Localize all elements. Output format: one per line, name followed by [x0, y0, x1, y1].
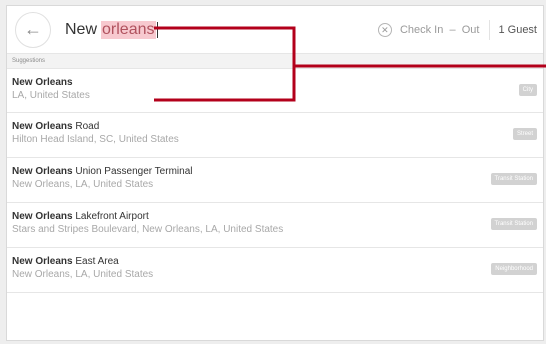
suggestion-title-rest: East Area: [72, 256, 119, 267]
place-type-badge: Transit Station: [490, 218, 537, 230]
suggestion-title-match: New Orleans: [12, 77, 73, 88]
query-text: New: [65, 20, 98, 38]
suggestion-title-match: New Orleans: [12, 121, 73, 132]
arrow-left-icon: ←: [24, 19, 42, 39]
place-type-badge: Street: [512, 128, 537, 140]
query-highlight: orleans: [101, 20, 156, 39]
place-type-badge: City: [518, 84, 537, 96]
search-tools: ✕ Check In – Out 1 Guest: [377, 6, 543, 54]
date-dash: –: [449, 24, 456, 36]
suggestion-title-match: New Orleans: [12, 256, 73, 267]
suggestion-item[interactable]: New Orleans East Area New Orleans, LA, U…: [7, 248, 543, 293]
check-out-label: Out: [461, 24, 480, 36]
suggestion-item[interactable]: New Orleans Road Hilton Head Island, SC,…: [7, 113, 543, 158]
suggestion-subtitle: New Orleans, LA, United States: [12, 179, 154, 190]
suggestion-item[interactable]: New Orleans Lakefront Airport Stars and …: [7, 203, 543, 248]
suggestion-title: New Orleans Road: [12, 121, 543, 132]
suggestion-subtitle: LA, United States: [12, 90, 90, 101]
suggestion-title-rest: Union Passenger Terminal: [72, 166, 193, 177]
suggestion-subtitle: Hilton Head Island, SC, United States: [12, 134, 179, 145]
suggestion-item[interactable]: New Orleans Union Passenger Terminal New…: [7, 158, 543, 203]
suggestion-title: New Orleans East Area: [12, 256, 543, 267]
check-in-label: Check In: [399, 24, 444, 36]
divider: [489, 20, 491, 40]
search-bar: ← New orleans ✕ Check In – Out 1 Guest: [7, 6, 543, 54]
suggestion-title-match: New Orleans: [12, 211, 73, 222]
search-panel: ← New orleans ✕ Check In – Out 1 Guest S…: [6, 5, 544, 341]
search-input[interactable]: New orleans: [65, 20, 158, 39]
suggestion-title: New Orleans Union Passenger Terminal: [12, 166, 543, 177]
place-type-badge: Transit Station: [490, 173, 537, 185]
back-button[interactable]: ←: [15, 11, 51, 48]
suggestion-title-rest: Road: [72, 121, 100, 132]
suggestion-title: New Orleans Lakefront Airport: [12, 211, 543, 222]
suggestion-title: New Orleans: [12, 77, 543, 88]
suggestion-subtitle: New Orleans, LA, United States: [12, 269, 154, 280]
date-range[interactable]: Check In – Out: [400, 24, 480, 36]
guests-selector[interactable]: 1 Guest: [498, 24, 537, 36]
close-circle-icon[interactable]: ✕: [377, 23, 392, 37]
suggestion-list: New Orleans LA, United States City New O…: [7, 69, 543, 293]
text-caret: [156, 21, 158, 38]
suggestions-header: Suggestions: [7, 54, 543, 69]
place-type-badge: Neighborhood: [491, 263, 537, 275]
suggestion-title-rest: Lakefront Airport: [72, 211, 149, 222]
suggestion-subtitle: Stars and Stripes Boulevard, New Orleans…: [12, 224, 284, 235]
suggestion-item[interactable]: New Orleans LA, United States City: [7, 69, 543, 113]
suggestion-title-match: New Orleans: [12, 166, 73, 177]
